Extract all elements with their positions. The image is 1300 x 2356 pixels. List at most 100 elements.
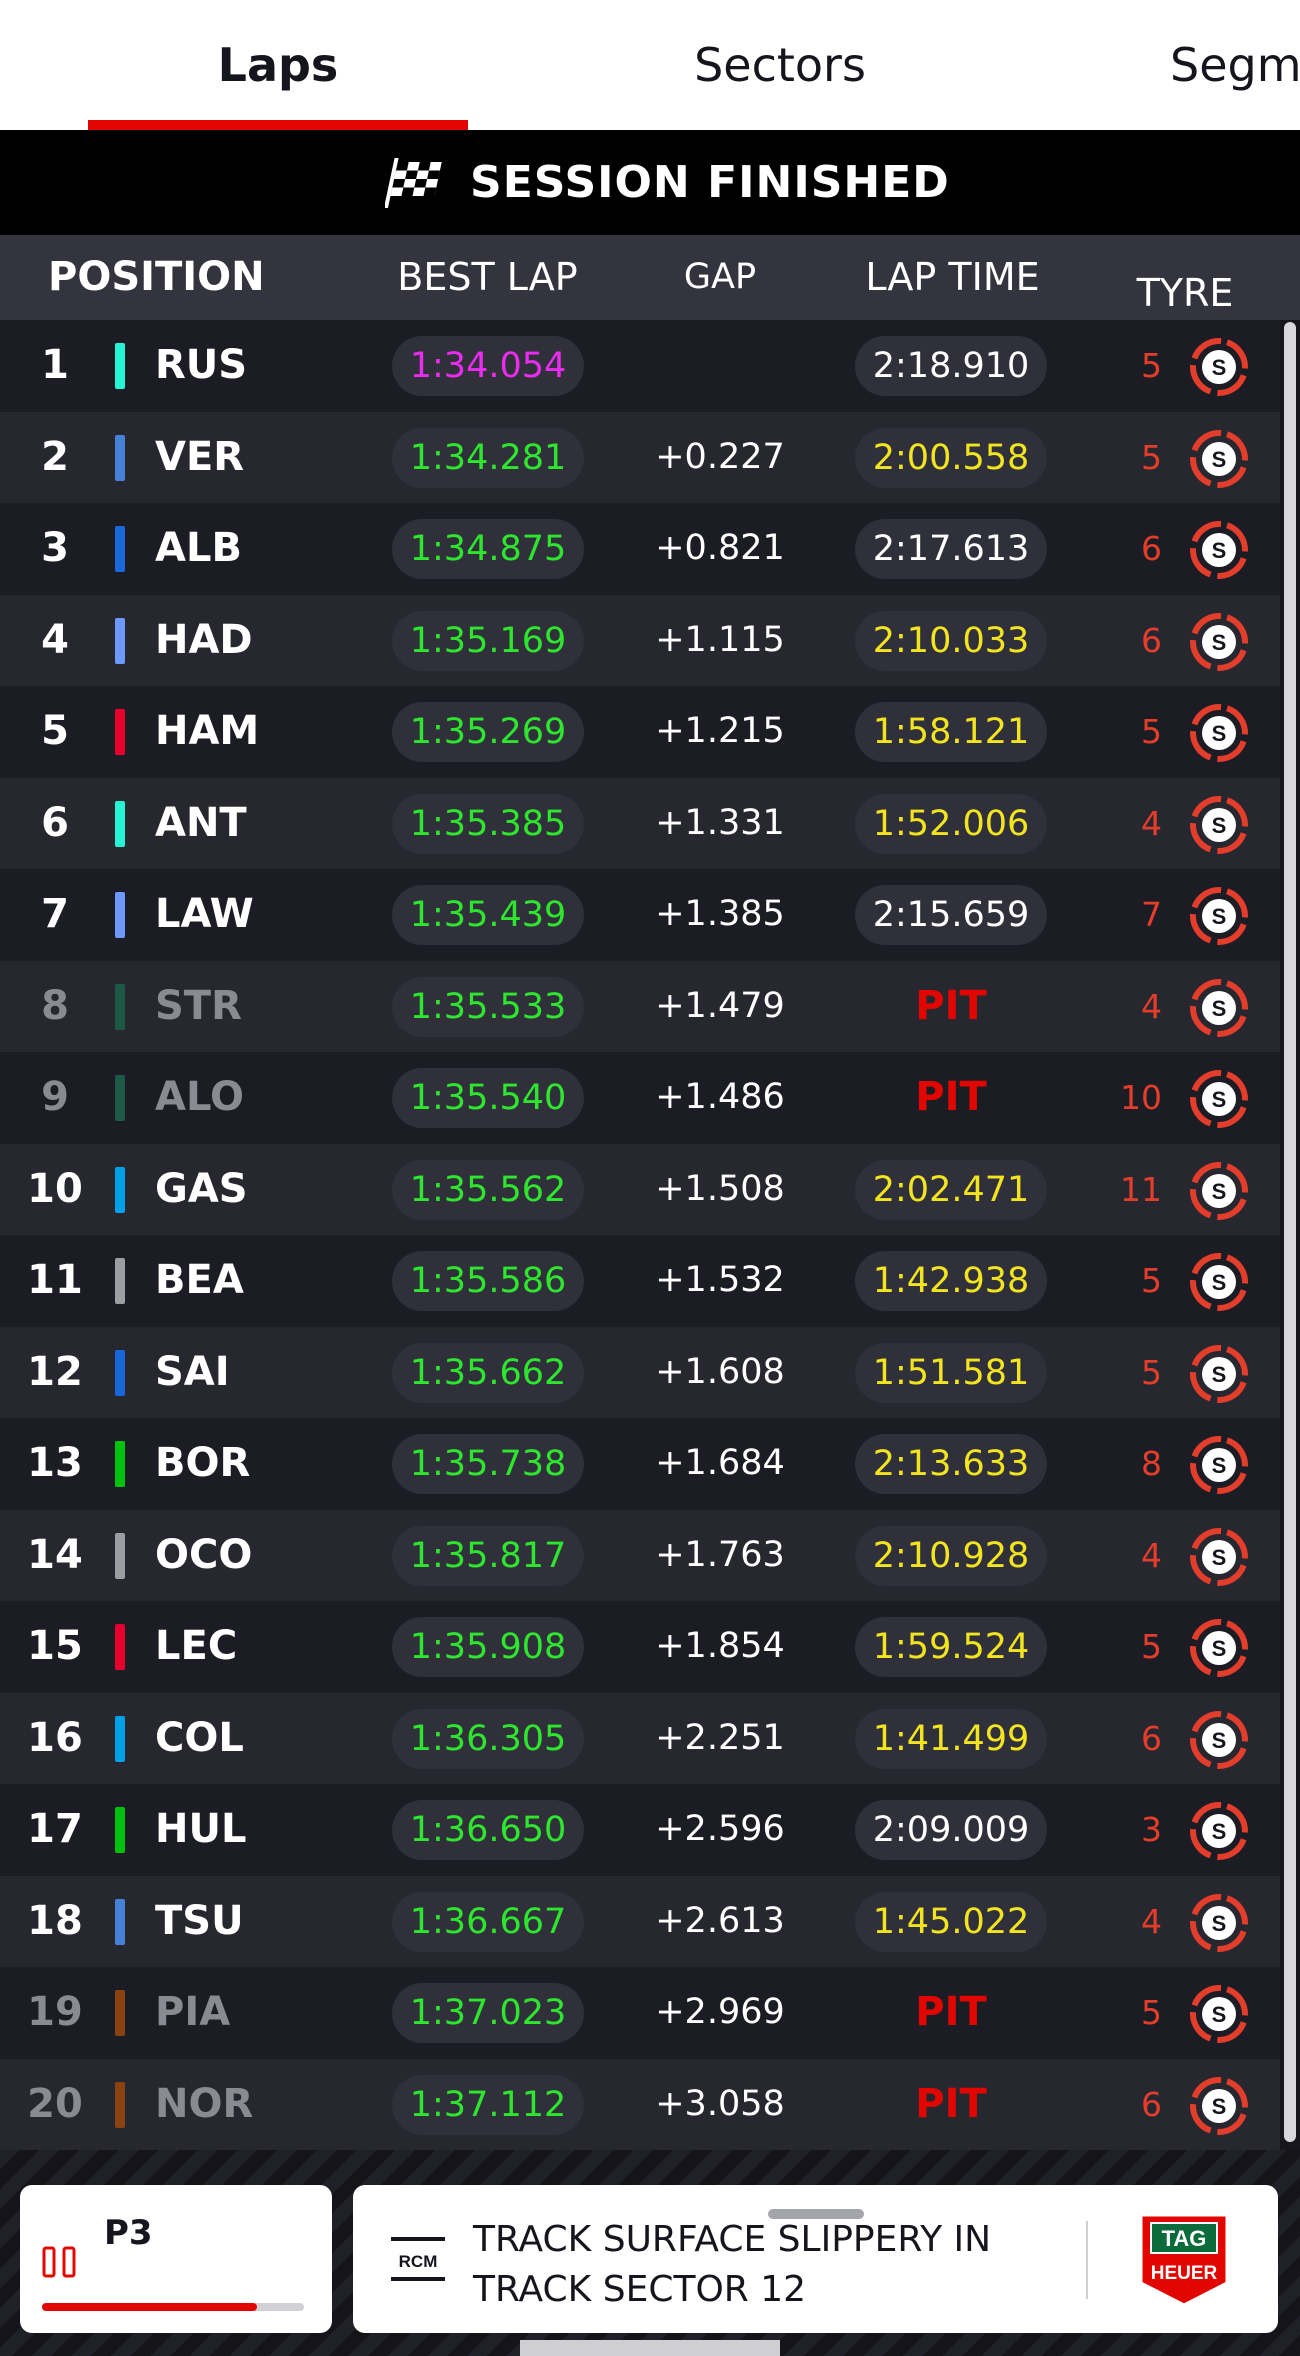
svg-text:S: S — [1212, 630, 1227, 655]
team-color-bar — [115, 709, 125, 755]
header-position: POSITION — [48, 254, 265, 300]
position-number: 7 — [41, 891, 69, 937]
table-row[interactable]: 15 LEC 1:35.908 +1.854 1:59.524 5 S — [0, 1601, 1280, 1693]
svg-text:S: S — [1212, 1636, 1227, 1661]
tyre-laps: 6 — [1141, 2084, 1162, 2124]
rcm-badge-icon: RCM — [391, 2237, 445, 2281]
driver-code: PIA — [155, 1989, 231, 2035]
table-row[interactable]: 7 LAW 1:35.439 +1.385 2:15.659 7 S — [0, 869, 1280, 961]
rcm-badge-text: RCM — [399, 2252, 438, 2271]
best-lap-time: 1:35.586 — [392, 1251, 584, 1311]
driver-code: ALO — [155, 1074, 245, 1120]
tab-bar: Laps Sectors Segm — [0, 0, 1300, 130]
table-row[interactable]: 20 NOR 1:37.112 +3.058 PIT 6 S — [0, 2058, 1280, 2150]
gap-value: +1.331 — [655, 802, 785, 843]
table-row[interactable]: 12 SAI 1:35.662 +1.608 1:51.581 5 S — [0, 1326, 1280, 1418]
position-number: 4 — [41, 616, 69, 663]
soft-tyre-icon: S — [1190, 1619, 1248, 1677]
table-row[interactable]: 1 RUS 1:34.054 2:18.910 5 S — [0, 320, 1280, 412]
driver-code: LAW — [155, 891, 254, 937]
svg-text:S: S — [1212, 904, 1227, 929]
table-row[interactable]: 19 PIA 1:37.023 +2.969 PIT 5 S — [0, 1967, 1280, 2059]
scrollbar-thumb[interactable] — [1284, 322, 1296, 2142]
session-card[interactable]: P3 — [20, 2185, 332, 2333]
table-row[interactable]: 14 OCO 1:35.817 +1.763 2:10.928 4 S — [0, 1509, 1280, 1601]
best-lap-time: 1:37.023 — [392, 1983, 584, 2043]
table-row[interactable]: 10 GAS 1:35.562 +1.508 2:02.471 11 S — [0, 1143, 1280, 1235]
svg-text:HEUER: HEUER — [1151, 2263, 1218, 2284]
best-lap-time: 1:34.875 — [392, 519, 584, 579]
tyre-laps: 5 — [1141, 1352, 1162, 1392]
timing-app: Laps Sectors Segm SESSION FINISHED POSIT… — [0, 0, 1300, 2356]
driver-code: BOR — [155, 1440, 251, 1486]
position-number: 10 — [27, 1165, 83, 1212]
tag-heuer-logo: TAG HEUER — [1139, 2213, 1229, 2307]
soft-tyre-icon: S — [1190, 1344, 1248, 1403]
table-row[interactable]: 3 ALB 1:34.875 +0.821 2:17.613 6 S — [0, 503, 1280, 595]
team-color-bar — [115, 1075, 125, 1121]
soft-tyre-icon: S — [1190, 612, 1248, 671]
table-row[interactable]: 6 ANT 1:35.385 +1.331 1:52.006 4 S — [0, 777, 1280, 869]
team-color-bar — [115, 617, 125, 664]
table-row[interactable]: 5 HAM 1:35.269 +1.215 1:58.121 5 S — [0, 686, 1280, 778]
soft-tyre-icon: S — [1190, 429, 1248, 488]
best-lap-time: 1:35.540 — [392, 1068, 584, 1128]
soft-tyre-icon: S — [1190, 1070, 1248, 1128]
best-lap-time: 1:36.650 — [392, 1800, 584, 1860]
table-row[interactable]: 17 HUL 1:36.650 +2.596 2:09.009 3 S — [0, 1784, 1280, 1876]
table-row[interactable]: 16 COL 1:36.305 +2.251 1:41.499 6 S — [0, 1692, 1280, 1784]
timing-table: 1 RUS 1:34.054 2:18.910 5 S 2 VER 1:34.281 +0.227… — [0, 320, 1280, 2150]
soft-tyre-icon: S — [1190, 887, 1248, 945]
team-color-bar — [115, 1624, 125, 1670]
table-row[interactable]: 18 TSU 1:36.667 +2.613 1:45.022 4 S — [0, 1875, 1280, 1967]
soft-tyre-icon: S — [1190, 795, 1248, 854]
pit-status: PIT — [915, 982, 987, 1029]
table-header: POSITION BEST LAP GAP LAP TIME TYRE — [0, 235, 1300, 320]
last-lap-time: 2:10.033 — [855, 610, 1047, 671]
driver-code: HAD — [155, 616, 253, 663]
tyre-laps: 3 — [1141, 1810, 1162, 1849]
driver-code: OCO — [155, 1531, 253, 1578]
soft-tyre-icon: S — [1190, 1253, 1248, 1311]
best-lap-time: 1:34.281 — [392, 427, 584, 488]
pit-status: PIT — [915, 1989, 987, 2035]
bottom-tab-handle[interactable] — [520, 2340, 780, 2356]
last-lap-time: 1:52.006 — [855, 793, 1047, 854]
session-status-banner: SESSION FINISHED — [0, 130, 1300, 235]
soft-tyre-icon: S — [1190, 1161, 1248, 1220]
table-row[interactable]: 2 VER 1:34.281 +0.227 2:00.558 5 S — [0, 411, 1280, 503]
tab-sectors[interactable]: Sectors — [590, 0, 970, 130]
soft-tyre-icon: S — [1190, 2076, 1248, 2135]
table-row[interactable]: 4 HAD 1:35.169 +1.115 2:10.033 6 S — [0, 594, 1280, 686]
tyre-laps: 4 — [1141, 986, 1162, 1026]
best-lap-time: 1:35.439 — [392, 885, 584, 945]
svg-text:S: S — [1212, 2002, 1227, 2027]
table-row[interactable]: 8 STR 1:35.533 +1.479 PIT 4 S — [0, 960, 1280, 1052]
team-color-bar — [115, 343, 125, 389]
active-tab-indicator — [88, 120, 468, 130]
tab-segments[interactable]: Segm — [1170, 0, 1300, 130]
race-control-card[interactable]: RCM TRACK SURFACE SLIPPERY IN TRACK SECT… — [353, 2185, 1278, 2333]
table-row[interactable]: 9 ALO 1:35.540 +1.486 PIT 10 S — [0, 1052, 1280, 1144]
gap-value: +1.763 — [655, 1534, 785, 1575]
soft-tyre-icon: S — [1190, 1710, 1248, 1769]
soft-tyre-icon: S — [1190, 704, 1248, 762]
tyre-laps: 5 — [1141, 1627, 1162, 1666]
svg-text:S: S — [1212, 1819, 1227, 1844]
best-lap-time: 1:36.667 — [392, 1891, 584, 1952]
driver-code: ALB — [155, 525, 242, 571]
tab-laps[interactable]: Laps — [88, 0, 468, 130]
soft-tyre-icon: S — [1190, 978, 1248, 1037]
svg-text:S: S — [1212, 1179, 1227, 1204]
last-lap-time: 2:13.633 — [855, 1434, 1047, 1494]
position-number: 19 — [27, 1989, 83, 2035]
gap-value: +1.532 — [655, 1260, 785, 1300]
gap-value: +2.613 — [655, 1900, 785, 1941]
soft-tyre-icon: S — [1190, 1893, 1248, 1952]
table-row[interactable]: 13 BOR 1:35.738 +1.684 2:13.633 8 S — [0, 1418, 1280, 1510]
table-row[interactable]: 11 BEA 1:35.586 +1.532 1:42.938 5 S — [0, 1235, 1280, 1327]
position-number: 9 — [41, 1074, 69, 1120]
svg-text:S: S — [1212, 1911, 1227, 1936]
team-color-bar — [115, 1715, 125, 1762]
position-number: 2 — [41, 433, 69, 480]
